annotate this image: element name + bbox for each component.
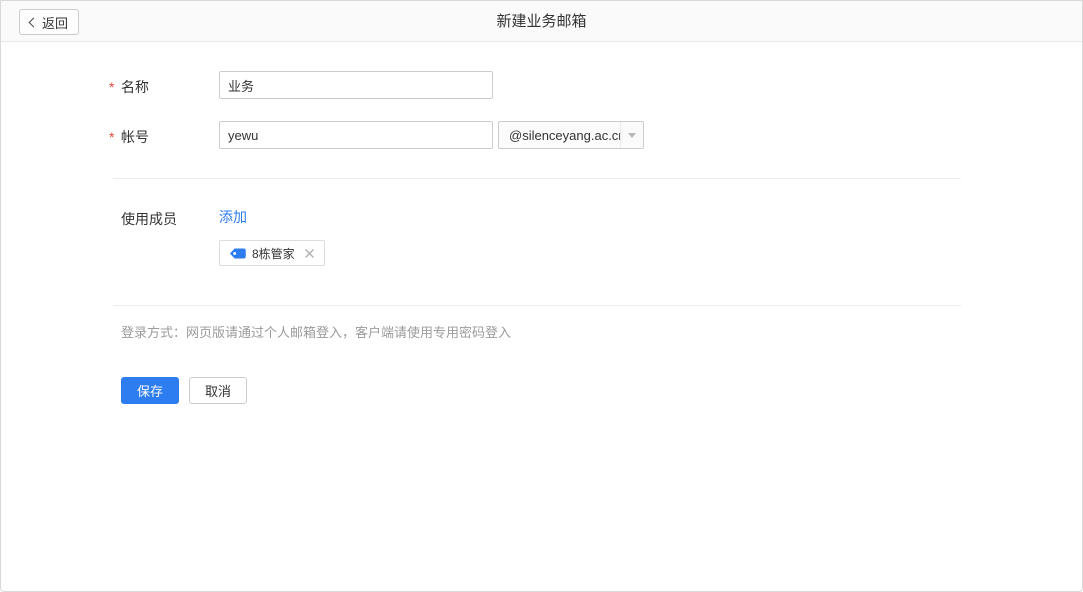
name-label: 名称: [121, 79, 149, 95]
login-method-hint: 登录方式：网页版请通过个人邮箱登入，客户端请使用专用密码登入: [121, 322, 1082, 341]
account-input[interactable]: [219, 121, 493, 149]
members-field-label-cell: 使用成员: [121, 203, 219, 229]
add-member-link[interactable]: 添加: [219, 203, 247, 227]
member-tag-label: 8栋管家: [252, 245, 295, 262]
form-content: *名称 *帐号 @silenceyang.ac.cn 使用成员: [1, 42, 1082, 404]
name-field-row: *名称: [121, 71, 1082, 99]
required-asterisk: *: [109, 79, 117, 95]
name-field-label-cell: *名称: [121, 71, 219, 97]
account-field-label-cell: *帐号: [121, 121, 219, 147]
name-input[interactable]: [219, 71, 493, 99]
domain-select-arrow-zone: [620, 122, 643, 148]
domain-selected-value: @silenceyang.ac.cn: [509, 128, 620, 143]
close-icon[interactable]: [304, 248, 315, 259]
cancel-button[interactable]: 取消: [189, 377, 247, 404]
action-buttons-row: 保存 取消: [121, 377, 1082, 404]
section-divider: [113, 305, 961, 306]
account-label: 帐号: [121, 129, 149, 145]
tag-icon: [229, 247, 247, 260]
header-bar: 返回 新建业务邮箱: [1, 1, 1082, 42]
account-field-row: *帐号 @silenceyang.ac.cn: [121, 121, 1082, 149]
save-button[interactable]: 保存: [121, 377, 179, 404]
page-title: 新建业务邮箱: [1, 1, 1082, 42]
chevron-down-icon: [628, 133, 636, 138]
members-label: 使用成员: [121, 211, 177, 227]
members-field-row: 使用成员 添加 8栋管家: [121, 203, 1082, 266]
new-business-mailbox-page: 返回 新建业务邮箱 *名称 *帐号 @silenceyang.ac.cn: [0, 0, 1083, 592]
required-asterisk: *: [109, 129, 117, 145]
domain-select[interactable]: @silenceyang.ac.cn: [498, 121, 644, 149]
member-tag: 8栋管家: [219, 240, 325, 266]
section-divider: [113, 178, 961, 179]
members-field-content: 添加 8栋管家: [219, 203, 325, 266]
